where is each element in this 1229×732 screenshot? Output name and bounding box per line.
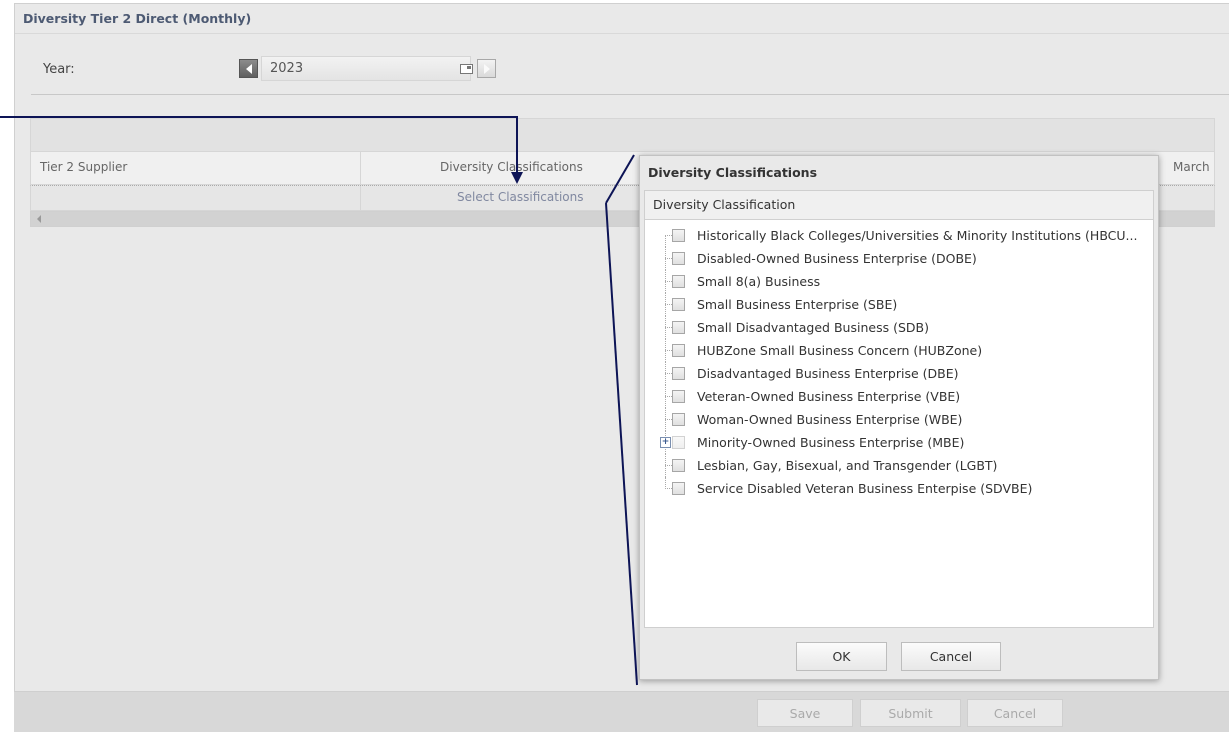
annotation-overlay: [0, 116, 638, 686]
annotation-arrow: [0, 116, 523, 184]
callout-line-top: [605, 154, 635, 204]
callout-line-bottom: [605, 202, 638, 686]
